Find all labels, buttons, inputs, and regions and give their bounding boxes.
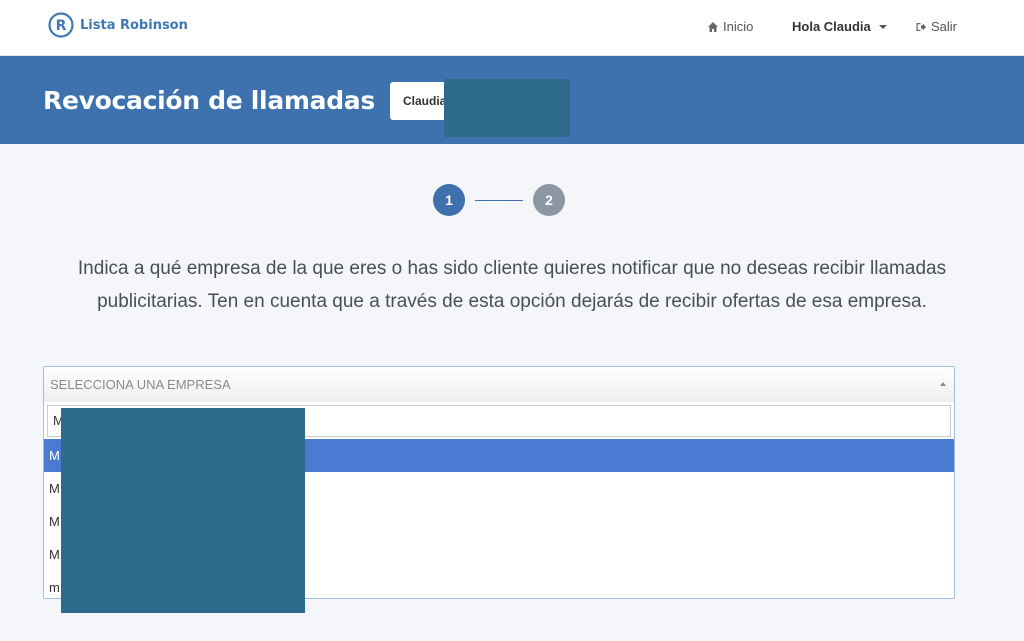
nav-inicio-link[interactable]: Inicio	[707, 19, 753, 34]
user-name-text: Claudia	[403, 94, 447, 108]
page-title: Revocación de llamadas	[43, 86, 375, 115]
step-1-active: 1	[433, 184, 465, 216]
nav-logout-link[interactable]: Salir	[915, 19, 957, 34]
select-placeholder-header[interactable]: SELECCIONA UNA EMPRESA	[44, 367, 954, 402]
step-indicator: 1 2	[433, 184, 565, 216]
select-placeholder: SELECCIONA UNA EMPRESA	[50, 377, 231, 392]
brand-logo[interactable]: R Lista Robinson	[48, 12, 188, 38]
step-2-pending: 2	[533, 184, 565, 216]
logo-letter: R	[56, 18, 67, 34]
top-navbar: R Lista Robinson Inicio Hola Claudia Sal…	[0, 0, 1024, 56]
nav-logout-label: Salir	[931, 19, 958, 34]
user-menu-dropdown[interactable]: Hola Claudia	[792, 19, 887, 34]
sign-out-icon	[916, 22, 926, 31]
user-menu-label: Hola Claudia	[792, 19, 871, 34]
caret-down-icon	[878, 24, 887, 29]
caret-up-icon	[940, 382, 946, 386]
nav-inicio-label: Inicio	[723, 19, 754, 34]
brand-name: Lista Robinson	[80, 17, 188, 33]
home-icon	[708, 21, 718, 32]
redacted-block	[61, 408, 305, 613]
redacted-block	[444, 79, 570, 137]
logo-r-icon: R	[48, 12, 74, 38]
step-connector	[475, 200, 523, 201]
instructions-text: Indica a qué empresa de la que eres o ha…	[77, 258, 947, 312]
